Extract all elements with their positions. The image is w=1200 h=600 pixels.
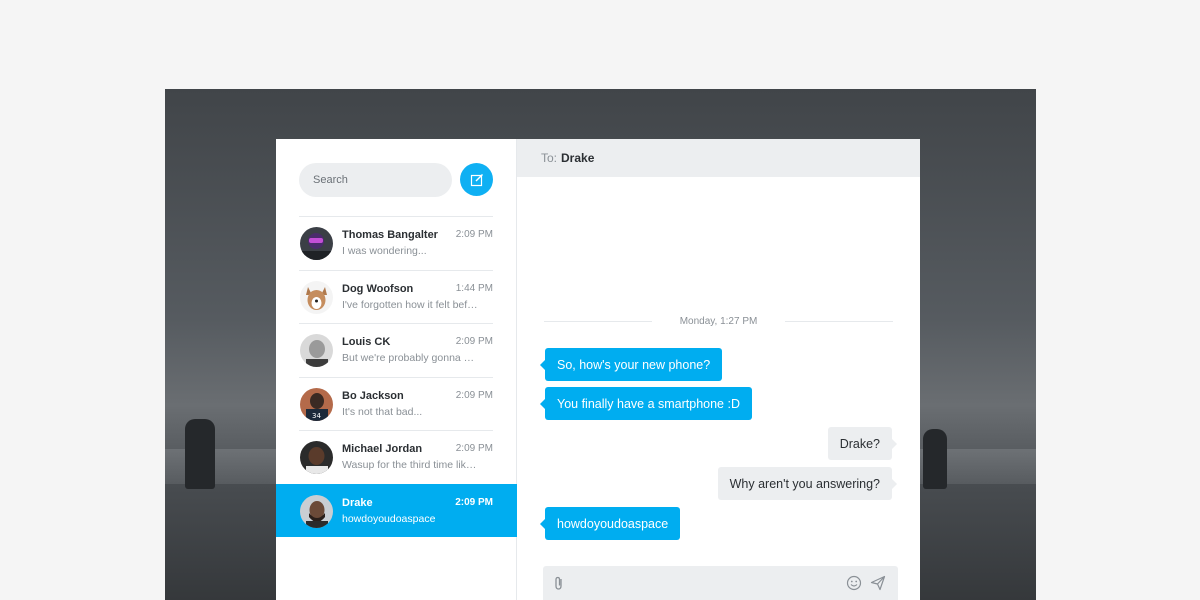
contact-preview: But we're probably gonna need a new carp… [342,352,479,364]
contact-preview: Wasup for the third time like is you bli… [342,459,479,471]
send-icon[interactable] [870,575,886,591]
contact-time: 2:09 PM [455,389,493,401]
contact-name: Michael Jordan [342,443,423,455]
avatar [300,280,333,314]
contact-name: Thomas Bangalter [342,229,438,241]
contact-name: Drake [342,496,373,509]
recipient-name: Drake [561,151,595,165]
avatar [300,494,333,528]
background-person-right [923,429,947,489]
avatar: 34 [300,387,333,421]
divider-line [544,320,652,322]
contact-item-dog-woofson[interactable]: Dog Woofson 1:44 PM I've forgotten how i… [299,269,493,324]
avatar [300,334,333,367]
contact-preview: I was wondering... [342,245,427,257]
contact-name: Louis CK [342,336,391,348]
contact-name: Bo Jackson [342,389,404,402]
to-label: To: [541,151,558,165]
contact-list: Thomas Bangalter 2:09 PM I was wondering… [276,216,517,537]
compose-icon [470,173,483,186]
avatar [300,441,333,474]
avatar [300,227,333,260]
contact-preview: I've forgotten how it felt before [342,298,479,311]
message-bubble-incoming: howdoyoudoaspace [539,507,681,540]
contact-item-michael-jordan[interactable]: Michael Jordan 2:09 PM Wasup for the thi… [299,430,493,484]
contact-item-louis-ck[interactable]: Louis CK 2:09 PM But we're probably gonn… [299,323,493,377]
message-bubble-incoming: You finally have a smartphone :D [540,387,752,420]
contact-time: 2:09 PM [455,336,493,347]
divider-line [785,320,894,322]
message-bubble-incoming: So, how's your new phone? [539,348,723,381]
date-divider: Monday, 1:27 PM [544,313,894,329]
message-bubble-outgoing: Why aren't you answering? [717,467,898,500]
message-bubble-outgoing: Drake? [827,427,898,460]
background-person-left [185,419,215,489]
chat-panel: To: Drake Monday, 1:27 PM So, how's your… [517,139,920,600]
contact-time: 2:09 PM [455,229,493,240]
search-row [299,163,493,197]
contact-preview: howdoyoudoaspace [342,512,436,525]
message-composer [543,566,898,600]
compose-button[interactable] [460,163,493,196]
contact-item-bo-jackson[interactable]: 34 Bo Jackson 2:09 PM It's not that bad.… [299,376,493,431]
contact-item-thomas-bangalter[interactable]: Thomas Bangalter 2:09 PM I was wondering… [299,216,493,270]
contact-preview: It's not that bad... [342,405,423,418]
contact-name: Dog Woofson [342,282,414,295]
svg-text:34: 34 [312,412,321,420]
contacts-sidebar: Thomas Bangalter 2:09 PM I was wondering… [276,139,517,600]
message-input[interactable] [573,566,833,600]
smiley-icon[interactable] [846,575,862,591]
recipient-bar: To: Drake [517,139,920,177]
contact-time: 2:09 PM [455,443,493,454]
date-divider-label: Monday, 1:27 PM [679,315,758,327]
paperclip-icon[interactable] [551,575,567,591]
messenger-window: Thomas Bangalter 2:09 PM I was wondering… [276,139,920,600]
contact-time: 1:44 PM [455,282,493,294]
contact-item-drake[interactable]: Drake 2:09 PM howdoyoudoaspace [276,483,517,537]
contact-time: 2:09 PM [455,496,493,508]
search-input[interactable] [299,163,452,197]
